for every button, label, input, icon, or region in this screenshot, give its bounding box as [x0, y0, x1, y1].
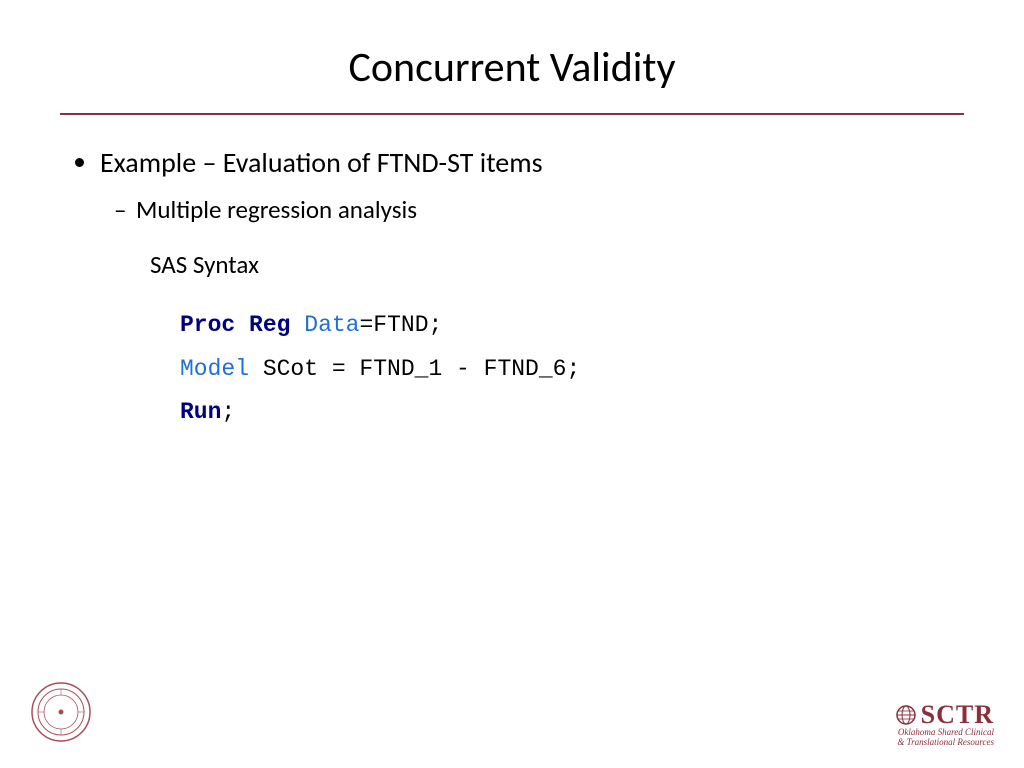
bullet-level-2: Multiple regression analysis: [136, 194, 954, 225]
footer: SCTR Oklahoma Shared Clinical & Translat…: [0, 681, 1024, 748]
code-text: ;: [221, 399, 235, 425]
code-block: Proc Reg Data=FTND; Model SCot = FTND_1 …: [180, 304, 954, 435]
code-line-1: Proc Reg Data=FTND;: [180, 304, 954, 348]
sctr-logo: SCTR Oklahoma Shared Clinical & Translat…: [895, 702, 994, 748]
keyword-run: Run: [180, 399, 221, 425]
slide-title: Concurrent Validity: [0, 0, 1024, 113]
code-line-3: Run;: [180, 391, 954, 435]
bullet-level-1: Example – Evaluation of FTND-ST items: [100, 145, 954, 180]
code-line-2: Model SCot = FTND_1 - FTND_6;: [180, 348, 954, 392]
keyword-reg: Reg: [249, 312, 290, 338]
logo-text: SCTR: [921, 702, 994, 728]
keyword-data: Data: [304, 312, 359, 338]
globe-icon: [895, 704, 917, 726]
syntax-label: SAS Syntax: [150, 249, 954, 280]
code-text: =FTND;: [359, 312, 442, 338]
university-seal: [30, 681, 92, 748]
logo-subtitle-2: & Translational Resources: [897, 738, 994, 748]
code-text: SCot = FTND_1 - FTND_6;: [249, 356, 580, 382]
content-area: Example – Evaluation of FTND-ST items Mu…: [0, 115, 1024, 435]
keyword-proc: Proc: [180, 312, 235, 338]
keyword-model: Model: [180, 356, 249, 382]
